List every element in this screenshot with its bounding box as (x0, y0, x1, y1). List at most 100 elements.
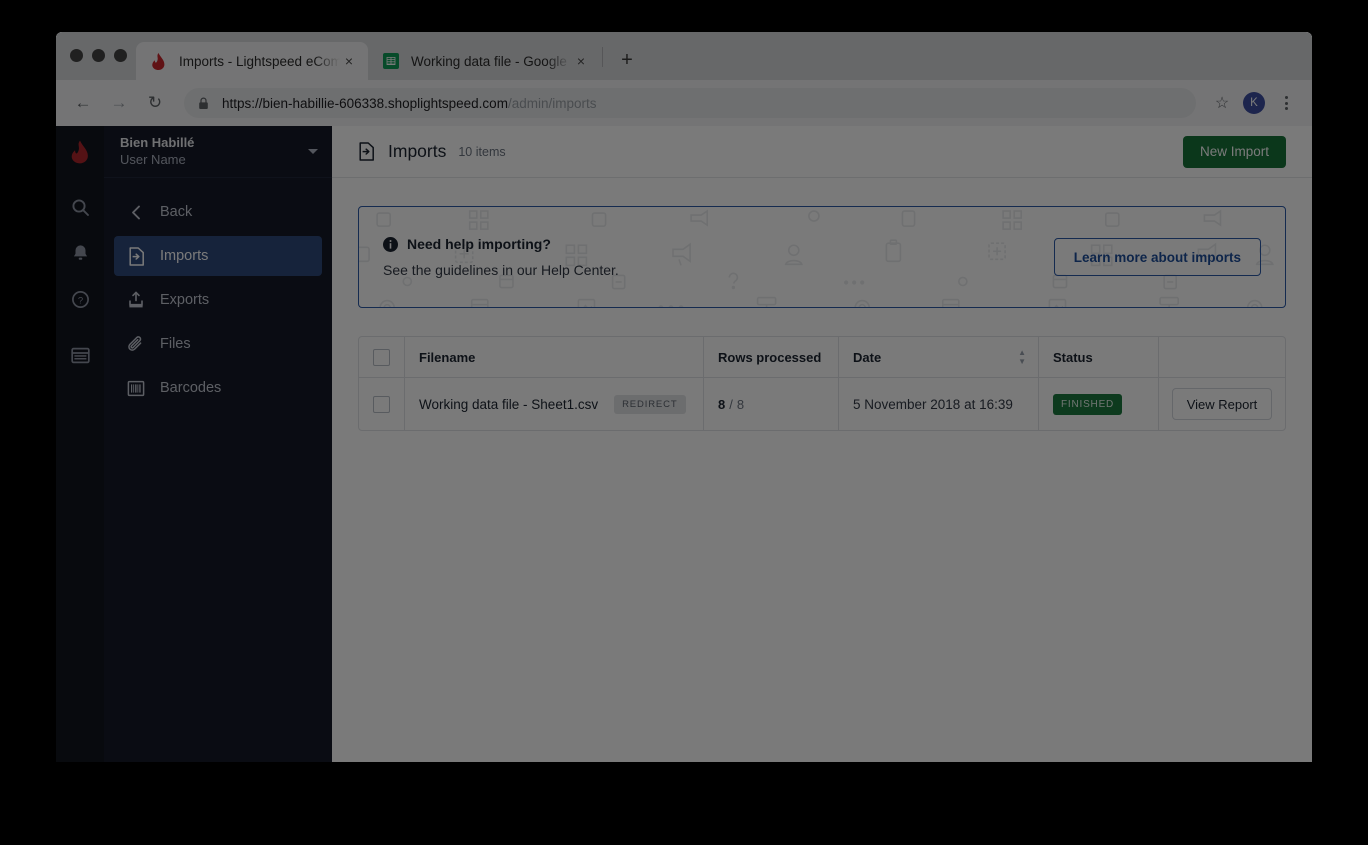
cell-status: FINISHED (1039, 378, 1159, 430)
date-text: 5 November 2018 at 16:39 (853, 396, 1013, 412)
status-badge: FINISHED (1053, 393, 1123, 415)
browser-menu-icon[interactable] (1272, 89, 1300, 117)
rows-total: 8 (736, 396, 745, 412)
banner-title-row: Need help importing? (383, 236, 1054, 252)
reload-icon[interactable]: ↻ (140, 88, 170, 118)
cell-rows-processed: 8/8 (704, 378, 839, 430)
cell-actions: View Report (1159, 378, 1285, 430)
new-import-button[interactable]: New Import (1182, 135, 1286, 168)
sidebar: Bien Habillé User Name Back Imports Expo… (104, 126, 332, 762)
row-checkbox[interactable] (373, 395, 390, 413)
maximize-window-button[interactable] (114, 49, 127, 62)
sidebar-item-label: Barcodes (160, 380, 222, 396)
avatar-initial: K (1243, 92, 1265, 114)
content-area: Imports 10 items New Import Need help im… (332, 126, 1312, 762)
close-tab-button[interactable]: × (340, 54, 358, 68)
browser-window: Imports - Lightspeed eCom × Working data… (56, 32, 1312, 762)
address-bar[interactable]: https://bien-habillie-606338.shoplightsp… (184, 88, 1196, 118)
browser-icon[interactable] (56, 332, 104, 378)
page-title: Imports (388, 141, 447, 161)
import-icon (126, 246, 146, 266)
lightspeed-logo[interactable] (56, 126, 104, 178)
sidebar-item-files[interactable]: Files (114, 324, 322, 364)
svg-text:?: ? (77, 295, 82, 306)
sidebar-item-barcodes[interactable]: Barcodes (114, 368, 322, 408)
tab-strip: Imports - Lightspeed eCom × Working data… (56, 32, 1312, 80)
back-icon[interactable]: ← (68, 88, 98, 118)
user-name: User Name (120, 151, 186, 167)
shop-switcher[interactable]: Bien Habillé User Name (104, 126, 332, 178)
page-body: Need help importing? See the guidelines … (332, 178, 1312, 762)
sort-icon[interactable]: ▲ ▼ (1018, 349, 1026, 366)
lightspeed-flame-icon (150, 52, 167, 70)
app: ? Bien Habillé User Name Back Imports Ex… (56, 126, 1312, 762)
lock-icon (198, 97, 211, 110)
cell-filename: Working data file - Sheet1.csv REDIRECT (405, 378, 704, 430)
bookmark-star-icon[interactable]: ☆ (1208, 89, 1236, 117)
banner-text: Need help importing? See the guidelines … (383, 236, 1054, 278)
browser-toolbar: ← → ↻ https://bien-habillie-606338.shopl… (56, 80, 1312, 126)
item-count: 10 items (458, 144, 506, 159)
sidebar-item-exports[interactable]: Exports (114, 280, 322, 320)
window-controls[interactable] (70, 49, 127, 62)
column-status[interactable]: Status (1039, 337, 1159, 377)
sidebar-item-back[interactable]: Back (114, 192, 322, 232)
rows-separator: / (729, 396, 733, 412)
tab-google-sheets[interactable]: Working data file - Google She × (368, 42, 600, 80)
chevron-down-icon[interactable] (308, 149, 318, 154)
tab-imports[interactable]: Imports - Lightspeed eCom × (136, 42, 368, 80)
tab-title: Imports - Lightspeed eCom (179, 53, 340, 69)
rows-done: 8 (718, 396, 726, 412)
url-path: /admin/imports (507, 95, 597, 111)
sidebar-item-label: Back (160, 204, 193, 220)
cell-date: 5 November 2018 at 16:39 (839, 378, 1039, 430)
import-icon (356, 142, 376, 162)
row-select-cell[interactable] (359, 378, 405, 430)
sidebar-item-label: Exports (160, 292, 210, 308)
tab-divider (602, 47, 603, 67)
column-date-label: Date (853, 349, 882, 365)
view-report-button[interactable]: View Report (1171, 388, 1273, 420)
paperclip-icon (126, 334, 146, 354)
column-actions (1159, 337, 1285, 377)
column-filename[interactable]: Filename (405, 337, 704, 377)
new-tab-button[interactable]: + (610, 43, 644, 77)
tab-title: Working data file - Google She (411, 53, 572, 69)
chevron-left-icon (126, 202, 146, 222)
learn-more-button[interactable]: Learn more about imports (1053, 238, 1261, 276)
column-date[interactable]: Date ▲ ▼ (839, 337, 1039, 377)
sidebar-nav: Back Imports Exports Files Barcodes (104, 178, 332, 412)
sidebar-item-label: Files (160, 336, 191, 352)
sidebar-item-label: Imports (160, 248, 209, 264)
banner-subtitle: See the guidelines in our Help Center. (383, 262, 619, 278)
close-tab-button[interactable]: × (572, 54, 590, 68)
imports-table: Filename Rows processed Date ▲▼ Status (358, 336, 1286, 431)
tabs: Imports - Lightspeed eCom × Working data… (136, 42, 644, 80)
google-sheets-icon (382, 53, 399, 70)
info-icon (383, 236, 398, 252)
banner-title: Need help importing? (407, 236, 551, 252)
filename-text: Working data file - Sheet1.csv (419, 396, 599, 412)
notifications-icon[interactable] (56, 230, 104, 276)
screen: Imports - Lightspeed eCom × Working data… (0, 0, 1368, 845)
url-origin: https://bien-habillie-606338.shoplightsp… (222, 95, 508, 111)
page-header: Imports 10 items New Import (332, 126, 1312, 178)
icon-rail: ? (56, 126, 104, 762)
profile-avatar[interactable]: K (1240, 89, 1268, 117)
export-icon (126, 290, 146, 310)
shop-info: Bien Habillé User Name (120, 135, 308, 168)
table-row[interactable]: Working data file - Sheet1.csv REDIRECT … (359, 378, 1285, 430)
search-icon[interactable] (56, 184, 104, 230)
help-icon[interactable]: ? (56, 276, 104, 322)
select-all-checkbox[interactable] (373, 348, 390, 366)
sidebar-item-imports[interactable]: Imports (114, 236, 322, 276)
minimize-window-button[interactable] (92, 49, 105, 62)
redirect-badge: REDIRECT (614, 394, 686, 414)
shop-name: Bien Habillé (120, 135, 195, 151)
forward-icon[interactable]: → (104, 88, 134, 118)
help-banner: Need help importing? See the guidelines … (358, 206, 1286, 308)
select-all-cell[interactable] (359, 337, 405, 377)
url-text: https://bien-habillie-606338.shoplightsp… (222, 96, 596, 111)
close-window-button[interactable] (70, 49, 83, 62)
column-rows-processed[interactable]: Rows processed (704, 337, 839, 377)
